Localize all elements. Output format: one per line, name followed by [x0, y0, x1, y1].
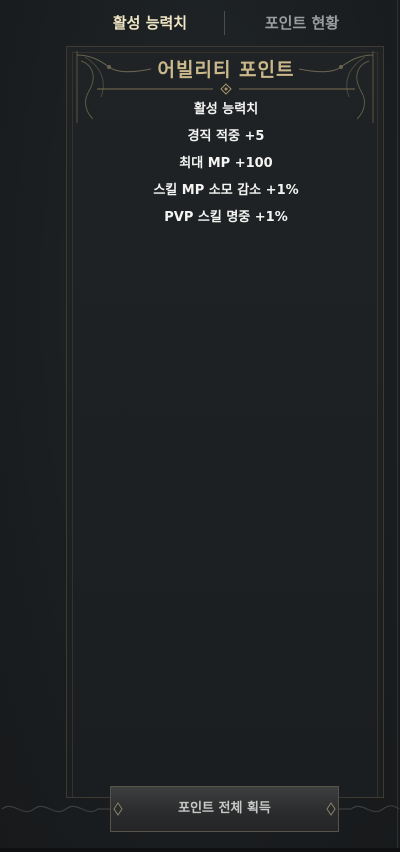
- bottom-bar: [0, 848, 400, 852]
- panel-title: 어빌리티 포인트: [157, 59, 295, 81]
- stat-line: 최대 MP +100: [179, 156, 273, 171]
- stat-line: PVP 스킬 명중 +1%: [164, 210, 288, 225]
- gem-icon: [326, 802, 336, 816]
- stat-list: 활성 능력치 경직 적중 +5 최대 MP +100 스킬 MP 소모 감소 +…: [67, 96, 385, 231]
- tab-point-status[interactable]: 포인트 현황: [222, 10, 382, 36]
- ornament-divider-icon: [97, 83, 355, 95]
- stat-heading: 활성 능력치: [193, 102, 259, 117]
- tab-active-stats[interactable]: 활성 능력치: [70, 10, 230, 36]
- claim-all-label: 포인트 전체 획득: [178, 801, 271, 816]
- claim-all-points-button[interactable]: 포인트 전체 획득: [110, 786, 339, 832]
- ability-point-panel: 어빌리티 포인트 활성 능력치 경직 적중 +5 최대 MP +100 스킬 M…: [66, 46, 384, 798]
- stat-line: 경직 적중 +5: [187, 129, 265, 144]
- app-root: 활성 능력치 포인트 현황 어빌리티 포인트 활성 능력치 경직 적중 +5 최…: [0, 0, 400, 852]
- gem-icon: [113, 802, 123, 816]
- scroll-edge: [397, 0, 398, 852]
- stat-line: 스킬 MP 소모 감소 +1%: [153, 183, 299, 198]
- tab-bar: 활성 능력치 포인트 현황: [0, 0, 400, 46]
